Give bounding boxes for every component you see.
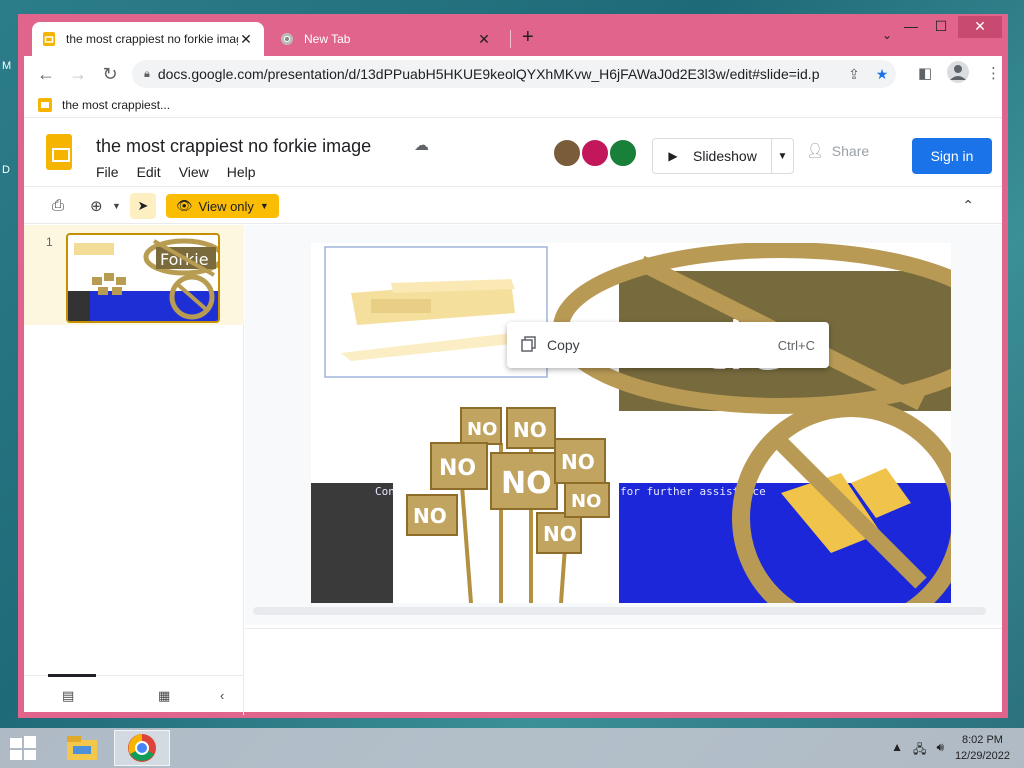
slideshow-label: Slideshow <box>693 148 757 164</box>
chevron-up-icon[interactable]: ⌃ <box>962 197 974 214</box>
slide-number: 1 <box>46 235 53 249</box>
document-title[interactable]: the most crappiest no forkie image <box>96 136 371 157</box>
close-tab-icon[interactable]: ✕ <box>238 31 254 48</box>
sign-text: NO <box>467 419 497 440</box>
side-panel-icon[interactable]: ◧ <box>918 64 932 82</box>
collaborator-avatars <box>552 138 638 168</box>
print-icon[interactable]: ⎙ <box>52 197 64 214</box>
new-tab-button[interactable]: + <box>522 26 534 49</box>
slides-header: the most crappiest no forkie image ☁︎ Fi… <box>24 120 1002 186</box>
sign-in-button[interactable]: Sign in <box>912 138 992 174</box>
shortcut-label: Ctrl+C <box>777 337 815 353</box>
share-label: Share <box>831 142 870 159</box>
sign-text: NO <box>543 522 577 546</box>
taskbar-clock[interactable]: 8:02 PM 12/29/2022 <box>955 732 1010 764</box>
menu-bar: File Edit View Help <box>96 164 256 180</box>
window-close-icon[interactable]: ✕ <box>958 16 1002 38</box>
view-only-button[interactable]: 👁︎ View only ▼ <box>166 194 279 218</box>
bookmarks-bar: the most crappiest... <box>24 92 1002 118</box>
share-page-icon[interactable]: ⇪ <box>840 66 868 83</box>
eye-icon: 👁︎ <box>176 198 193 213</box>
tab-slides[interactable]: the most crappiest no forkie image ✕ <box>32 22 264 56</box>
chevron-up-icon[interactable]: ▲ <box>891 740 903 761</box>
profile-avatar[interactable] <box>946 60 970 88</box>
menu-file[interactable]: File <box>96 164 119 180</box>
share-button[interactable]: 👤︎ Share <box>806 142 869 159</box>
tab-strip: the most crappiest no forkie image ✕ New… <box>24 16 1002 56</box>
list-view-icon[interactable]: ▤ <box>62 688 74 704</box>
url-text: docs.google.com/presentation/d/13dPPuabH… <box>157 66 820 82</box>
address-bar[interactable]: 🔒︎ docs.google.com/presentation/d/13dPPu… <box>132 60 896 88</box>
sign-text: NO <box>561 450 595 474</box>
taskbar: ▲ 🖧︎ 🔊︎ 8:02 PM 12/29/2022 <box>0 728 1024 768</box>
chrome-taskbar-icon[interactable] <box>114 730 170 766</box>
kebab-menu-icon[interactable]: ⋮ <box>986 64 1001 82</box>
active-view-indicator <box>48 674 96 677</box>
sign-text: NO <box>501 466 552 501</box>
sign-text: NO <box>413 504 447 528</box>
view-only-label: View only <box>198 198 254 214</box>
slides-icon <box>38 97 52 112</box>
filmstrip: 1 Forkie ▤ ▦ ‹ <box>24 225 244 715</box>
chevron-down-icon[interactable]: ▼ <box>771 139 793 173</box>
context-menu: Copy Ctrl+C <box>507 322 829 368</box>
reload-icon[interactable]: ↻ <box>94 64 126 85</box>
play-icon: ▶ <box>668 149 678 163</box>
desktop-label-d: D <box>2 164 10 176</box>
context-menu-copy[interactable]: Copy <box>547 337 778 353</box>
tab-title: New Tab <box>304 32 351 46</box>
speaker-notes[interactable] <box>245 628 1002 716</box>
horizontal-scrollbar[interactable] <box>253 607 986 615</box>
back-icon[interactable]: ← <box>30 64 62 85</box>
menu-edit[interactable]: Edit <box>137 164 161 180</box>
copy-icon <box>521 335 537 355</box>
clock-time: 8:02 PM <box>961 734 1003 746</box>
tab-title: the most crappiest no forkie image <box>66 32 238 46</box>
slide[interactable]: Contact your technical support group for… <box>311 243 951 603</box>
chevron-down-icon: ▼ <box>259 201 269 211</box>
slides-logo-icon[interactable] <box>46 134 72 170</box>
browser-window: the most crappiest no forkie image ✕ New… <box>18 14 1008 718</box>
minimize-icon[interactable]: — <box>896 16 926 38</box>
maximize-icon[interactable]: ☐ <box>926 16 956 38</box>
system-tray: ▲ 🖧︎ 🔊︎ <box>891 740 944 761</box>
grid-view-icon[interactable]: ▦ <box>158 688 170 704</box>
tab-search-icon[interactable]: ⌄ <box>882 28 892 42</box>
menu-help[interactable]: Help <box>227 164 256 180</box>
network-icon[interactable]: 🖧︎ <box>913 740 926 761</box>
chrome-icon <box>280 32 294 46</box>
select-cursor-icon[interactable]: ➤ <box>130 193 156 219</box>
browser-toolbar: ← → ↻ 🔒︎ docs.google.com/presentation/d/… <box>24 56 1002 92</box>
person-icon: 👤︎ <box>806 142 824 158</box>
lock-icon: 🔒︎ <box>144 67 150 80</box>
avatar[interactable] <box>552 138 582 168</box>
collapse-panel-icon[interactable]: ‹ <box>220 688 224 703</box>
zoom-icon[interactable]: ⊕ <box>90 197 103 215</box>
filmstrip-footer: ▤ ▦ ‹ <box>24 674 244 715</box>
bookmark-item[interactable]: the most crappiest... <box>62 98 170 112</box>
avatar[interactable] <box>580 138 610 168</box>
close-tab-icon[interactable]: ✕ <box>476 31 492 48</box>
windows-start-icon[interactable] <box>10 736 36 763</box>
volume-icon[interactable]: 🔊︎ <box>936 740 944 761</box>
desktop-label-m: M <box>2 60 12 72</box>
tab-new-tab[interactable]: New Tab ✕ <box>270 22 502 56</box>
slide-thumbnail[interactable]: Forkie <box>66 233 220 323</box>
sign-text: NO <box>571 491 601 512</box>
clock-date: 12/29/2022 <box>954 750 1010 762</box>
sign-text: NO <box>439 456 476 481</box>
bookmark-star-icon[interactable]: ★ <box>868 66 896 83</box>
avatar[interactable] <box>608 138 638 168</box>
edit-toolbar: ⎙ ⊕ ▼ ➤ 👁︎ View only ▼ ⌃ <box>24 186 1002 224</box>
slide-canvas: Contact your technical support group for… <box>245 225 1002 625</box>
sign-text: NO <box>513 418 547 442</box>
tab-separator <box>510 30 511 48</box>
slideshow-button[interactable]: ▶ Slideshow ▼ <box>652 138 794 174</box>
menu-view[interactable]: View <box>179 164 209 180</box>
forward-icon[interactable]: → <box>62 64 94 85</box>
cloud-status-icon[interactable]: ☁︎ <box>414 136 429 154</box>
chevron-down-icon[interactable]: ▼ <box>112 201 121 211</box>
file-explorer-icon[interactable] <box>54 730 110 766</box>
slides-icon <box>42 32 56 46</box>
